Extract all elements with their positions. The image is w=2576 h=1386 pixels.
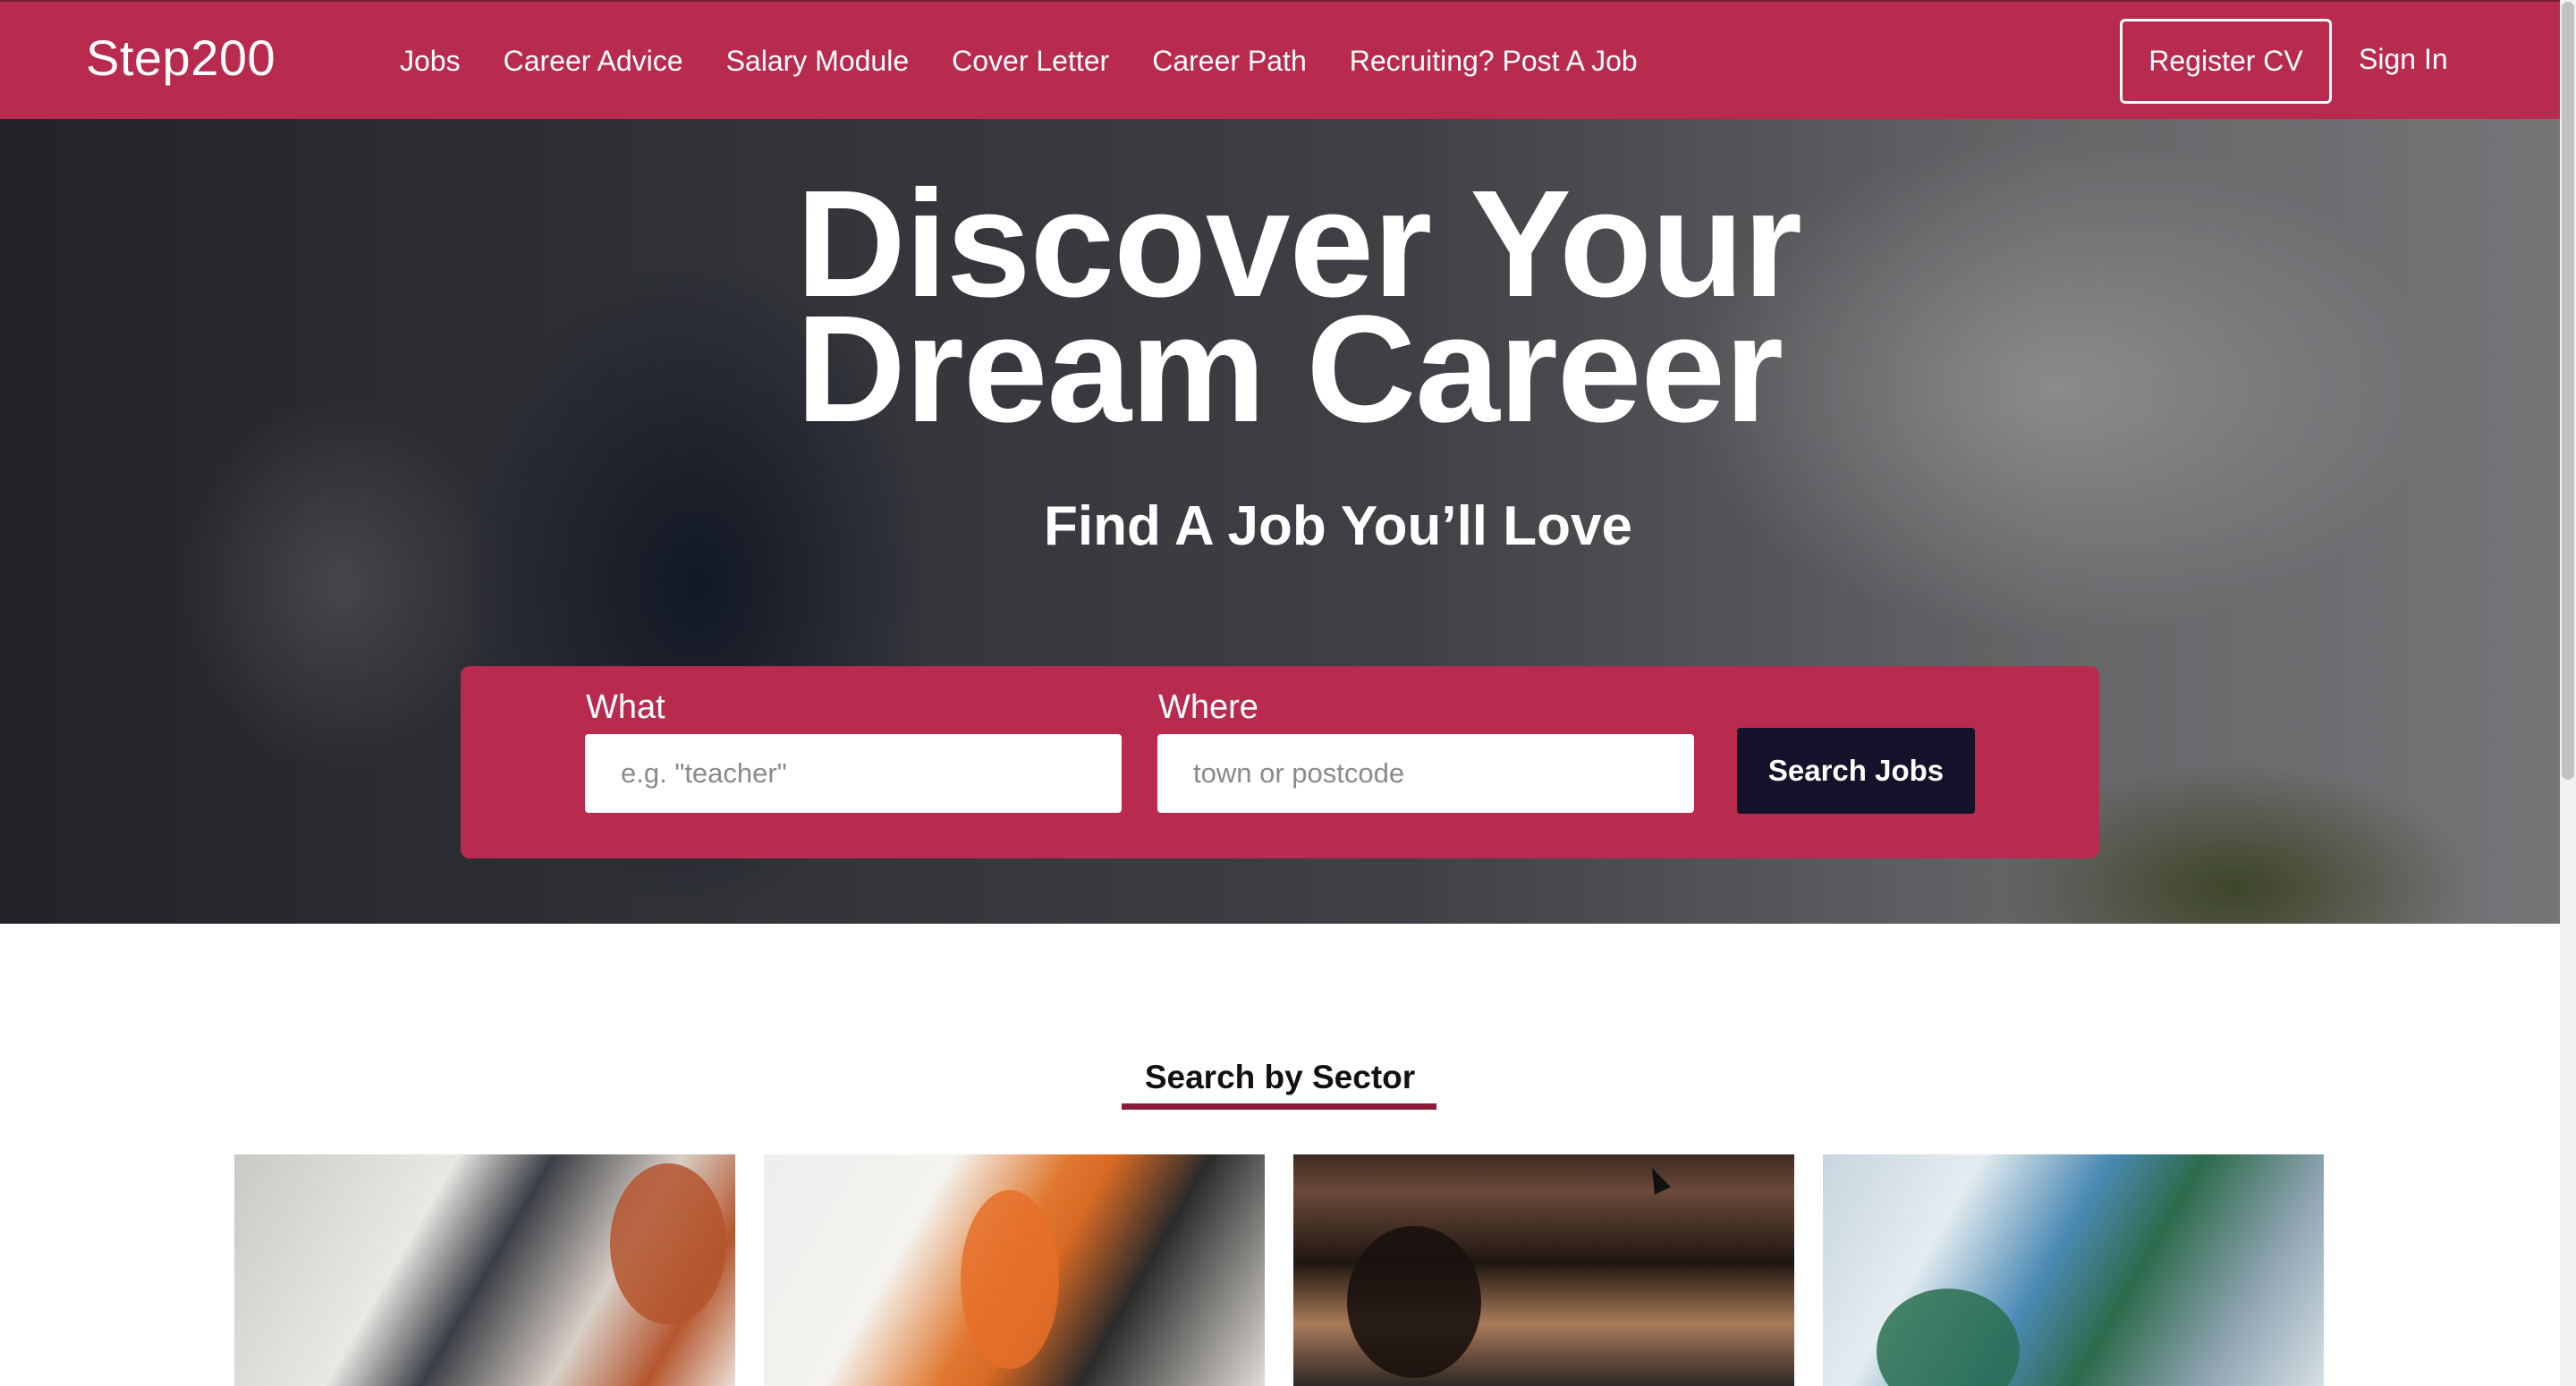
hero-subtitle: Find A Job You’ll Love <box>1044 495 1632 557</box>
surgeons-operating-room-photo <box>1877 1289 2020 1386</box>
search-jobs-button[interactable]: Search Jobs <box>1737 728 1975 814</box>
office-developer-photo <box>610 1163 726 1324</box>
nav-link-career-path[interactable]: Career Path <box>1152 45 1307 78</box>
sector-card-healthcare[interactable] <box>1823 1154 2324 1386</box>
sector-card-construction[interactable] <box>764 1154 1265 1386</box>
where-search-input[interactable] <box>1157 734 1694 813</box>
sign-in-link[interactable]: Sign In <box>2359 43 2448 76</box>
sector-section-heading: Search by Sector <box>1144 1059 1416 1095</box>
page-scrollbar-thumb[interactable] <box>2562 2 2574 780</box>
job-search-panel: What Where Search Jobs <box>461 666 2099 858</box>
sector-heading-underline <box>1122 1103 1436 1110</box>
hero-title-line-2: Dream Career <box>796 284 1784 454</box>
brand-logo[interactable]: Step200 <box>86 29 275 87</box>
register-cv-button[interactable]: Register CV <box>2120 19 2332 104</box>
sector-card-technology[interactable] <box>234 1154 735 1386</box>
nav-link-career-advice[interactable]: Career Advice <box>504 45 683 78</box>
main-nav: Jobs Career Advice Salary Module Cover L… <box>400 2 1681 121</box>
top-navbar: Step200 Jobs Career Advice Salary Module… <box>0 0 2560 119</box>
where-label: Where <box>1158 689 1258 726</box>
nav-link-salary-module[interactable]: Salary Module <box>726 45 910 78</box>
nav-link-post-a-job[interactable]: Recruiting? Post A Job <box>1350 45 1638 78</box>
nav-link-cover-letter[interactable]: Cover Letter <box>952 45 1109 78</box>
sector-card-education[interactable] <box>1293 1154 1794 1386</box>
nav-link-jobs[interactable]: Jobs <box>400 45 461 78</box>
construction-planning-photo <box>961 1190 1059 1369</box>
hero-banner: Discover Your Dream Career Find A Job Yo… <box>0 119 2560 924</box>
hero-title: Discover Your Dream Career <box>796 168 1869 445</box>
what-label: What <box>586 689 665 726</box>
students-smiling-photo <box>1347 1226 1481 1378</box>
what-search-input[interactable] <box>585 734 1122 813</box>
